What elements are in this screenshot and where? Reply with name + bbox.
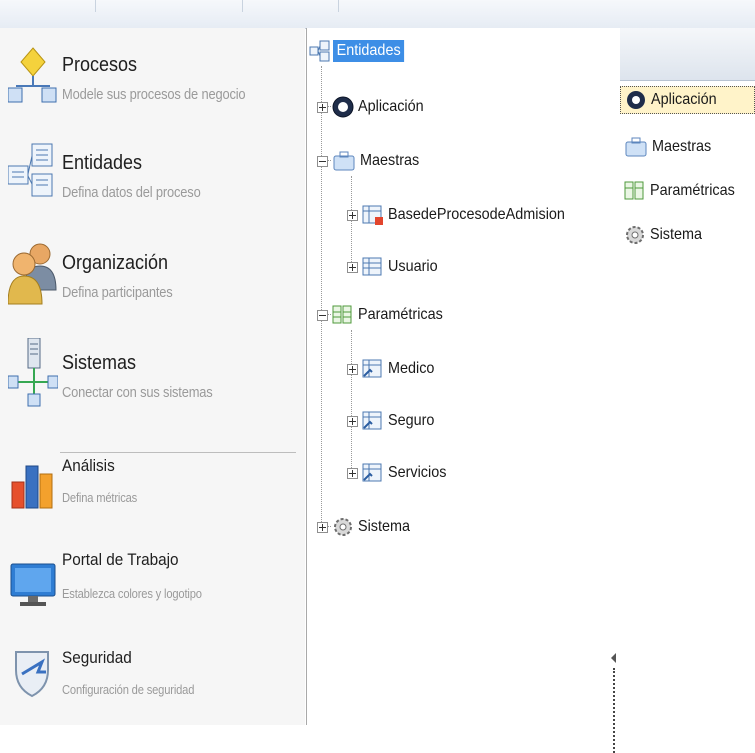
table-form-icon <box>362 411 382 430</box>
entity-tree: Entidades Aplicación Maestras BasedeProc… <box>306 28 608 725</box>
nav-item-entidades[interactable]: Entidades Defina datos del proceso <box>0 140 305 220</box>
tree-node-label: Aplicación <box>358 98 424 115</box>
tree-node-parametricas[interactable]: Paramétricas <box>317 302 452 328</box>
tree-node-usuario[interactable]: Usuario <box>347 254 443 280</box>
list-header <box>620 28 755 81</box>
tree-connector <box>321 66 322 526</box>
nav-item-analisis[interactable]: Análisis Defina métricas <box>0 446 305 522</box>
list-item-label: Maestras <box>652 138 712 155</box>
list-item-label: Sistema <box>650 226 703 243</box>
expand-toggle[interactable] <box>347 363 358 375</box>
pane-splitter[interactable] <box>607 28 620 753</box>
gear-icon <box>626 226 644 244</box>
nav-subtitle: Defina datos del proceso <box>62 184 201 201</box>
nav-subtitle: Configuración de seguridad <box>62 682 195 697</box>
expand-toggle[interactable] <box>347 467 358 479</box>
nav-item-portal[interactable]: Portal de Trabajo Establezca colores y l… <box>0 542 305 622</box>
expand-toggle[interactable] <box>317 101 328 113</box>
splitter-grip[interactable] <box>613 668 615 753</box>
nav-subtitle: Modele sus procesos de negocio <box>62 86 246 103</box>
nav-item-seguridad[interactable]: Seguridad Configuración de seguridad <box>0 640 305 720</box>
tree-node-label: BasedeProcesodeAdmision <box>388 206 565 223</box>
tree-node-medico[interactable]: Medico <box>347 356 440 382</box>
tree-root-entidades[interactable]: Entidades <box>309 38 412 64</box>
expand-toggle[interactable] <box>317 521 328 533</box>
collapse-toggle[interactable] <box>317 155 328 167</box>
entity-list-pane: Aplicación Maestras Paramétricas Sistema <box>620 28 755 725</box>
nav-title: Portal de Trabajo <box>62 550 179 569</box>
list-item-label: Paramétricas <box>650 182 735 199</box>
list-item-sistema[interactable]: Sistema <box>620 222 708 248</box>
tree-node-maestras[interactable]: Maestras <box>317 148 426 174</box>
app-badge-icon <box>332 96 354 118</box>
expand-toggle[interactable] <box>347 415 358 427</box>
tree-root-label: Entidades <box>333 40 405 62</box>
tree-node-label: Maestras <box>360 152 420 169</box>
toolbar-separator <box>95 0 96 12</box>
process-diagram-icon <box>8 47 57 103</box>
tree-node-label: Seguro <box>388 412 435 429</box>
users-icon <box>8 243 57 305</box>
entities-icon <box>309 40 330 62</box>
monitor-icon <box>10 563 56 606</box>
entities-icon <box>8 143 53 197</box>
list-item-maestras[interactable]: Maestras <box>620 134 718 160</box>
nav-subtitle: Conectar con sus sistemas <box>62 384 213 401</box>
network-icon <box>8 338 58 407</box>
nav-subtitle: Establezca colores y logotipo <box>62 586 202 601</box>
toolbar-separator <box>242 0 243 12</box>
table-icon <box>362 257 382 276</box>
table-form-icon <box>362 463 382 482</box>
tree-node-label: Usuario <box>388 258 438 275</box>
nav-subtitle: Defina participantes <box>62 284 173 301</box>
table-key-icon <box>362 205 383 225</box>
param-table-icon <box>624 181 644 200</box>
expand-toggle[interactable] <box>347 209 358 221</box>
table-form-icon <box>362 359 382 378</box>
list-item-label: Aplicación <box>651 91 717 108</box>
app-badge-icon <box>627 91 645 109</box>
gear-icon <box>334 518 352 536</box>
tree-node-label: Servicios <box>388 464 447 481</box>
nav-title: Análisis <box>62 456 115 475</box>
list-item-parametricas[interactable]: Paramétricas <box>620 178 744 204</box>
tree-node-seguro[interactable]: Seguro <box>347 408 440 434</box>
nav-title: Entidades <box>62 152 143 174</box>
toolbar-separator <box>338 0 339 12</box>
tree-node-aplicacion[interactable]: Aplicación <box>317 94 431 120</box>
tree-connector <box>351 330 352 470</box>
top-toolbar <box>0 0 755 29</box>
nav-title: Organización <box>62 252 169 274</box>
nav-title: Sistemas <box>62 352 137 374</box>
list-item-aplicacion[interactable]: Aplicación <box>620 86 755 114</box>
shield-icon <box>15 651 49 698</box>
tree-node-servicios[interactable]: Servicios <box>347 460 453 486</box>
bar-chart-icon <box>11 465 53 509</box>
nav-title: Procesos <box>62 54 138 76</box>
tree-node-label: Sistema <box>358 518 411 535</box>
tree-node-sistema[interactable]: Sistema <box>317 514 416 540</box>
tree-node-basedeproceso[interactable]: BasedeProcesodeAdmision <box>347 202 585 228</box>
nav-subtitle: Defina métricas <box>62 490 138 505</box>
navigation-pane: Procesos Modele sus procesos de negocio … <box>0 28 305 725</box>
tree-node-label: Medico <box>388 360 435 377</box>
expand-toggle[interactable] <box>347 261 358 273</box>
briefcase-icon <box>333 151 355 171</box>
param-table-icon <box>332 305 352 324</box>
collapse-arrow-icon[interactable] <box>611 653 616 663</box>
nav-item-sistemas[interactable]: Sistemas Conectar con sus sistemas <box>0 336 305 420</box>
briefcase-icon <box>625 137 647 157</box>
tree-node-label: Paramétricas <box>358 306 443 323</box>
nav-item-organizacion[interactable]: Organización Defina participantes <box>0 240 305 320</box>
nav-title: Seguridad <box>62 648 132 667</box>
collapse-toggle[interactable] <box>317 309 328 321</box>
nav-item-procesos[interactable]: Procesos Modele sus procesos de negocio <box>0 42 305 122</box>
